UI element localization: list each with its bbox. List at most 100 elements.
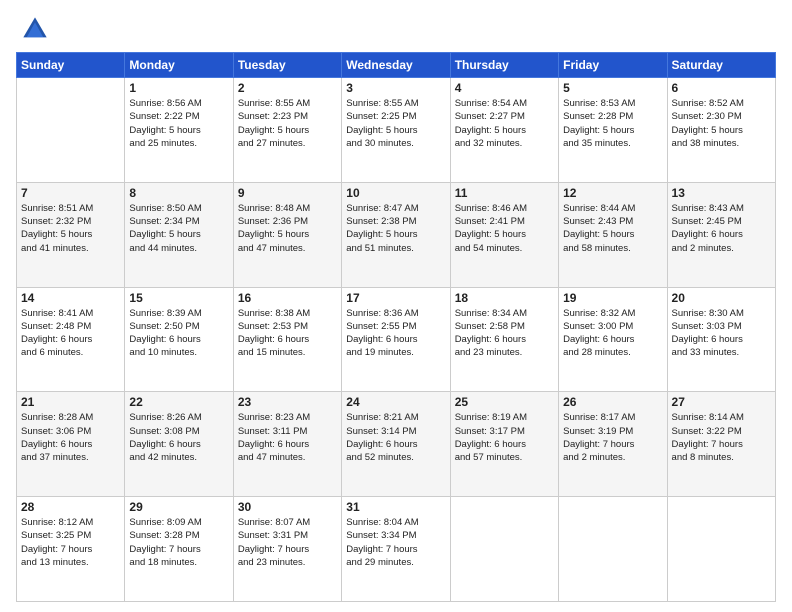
week-row-5: 28 Sunrise: 8:12 AM Sunset: 3:25 PM Dayli… xyxy=(17,497,776,602)
day-number: 9 xyxy=(238,186,337,200)
day-number: 8 xyxy=(129,186,228,200)
calendar-cell: 13Sunrise: 8:43 AM Sunset: 2:45 PM Dayli… xyxy=(667,182,775,287)
day-info: Sunrise: 8:44 AM Sunset: 2:43 PM Dayligh… xyxy=(563,202,662,255)
day-info: Sunrise: 8:50 AM Sunset: 2:34 PM Dayligh… xyxy=(129,202,228,255)
calendar-cell: 19Sunrise: 8:32 AM Sunset: 3:00 PM Dayli… xyxy=(559,287,667,392)
calendar-cell: 23 Sunrise: 8:23 AM Sunset: 3:11 PM Dayli… xyxy=(233,392,341,497)
day-info: Sunrise: 8:41 AM Sunset: 2:48 PM Dayligh… xyxy=(21,307,120,360)
day-info: Sunrise: 8:51 AM Sunset: 2:32 PM Dayligh… xyxy=(21,202,120,255)
calendar-cell: 16 Sunrise: 8:38 AM Sunset: 2:53 PM Dayli… xyxy=(233,287,341,392)
day-number: 14 xyxy=(21,291,120,305)
day-number: 6 xyxy=(672,81,771,95)
day-info: Sunrise: 8:34 AM Sunset: 2:58 PM Dayligh… xyxy=(455,307,554,360)
calendar-cell: 15 Sunrise: 8:39 AM Sunset: 2:50 PM Dayli… xyxy=(125,287,233,392)
weekday-thursday: Thursday xyxy=(450,53,558,78)
day-number: 28 xyxy=(21,500,120,514)
day-info: Sunrise: 8:04 AM Sunset: 3:34 PM Dayligh… xyxy=(346,516,445,569)
calendar-table: SundayMondayTuesdayWednesdayThursdayFrid… xyxy=(16,52,776,602)
day-info: Sunrise: 8:52 AM Sunset: 2:30 PM Dayligh… xyxy=(672,97,771,150)
day-info: Sunrise: 8:09 AM Sunset: 3:28 PM Dayligh… xyxy=(129,516,228,569)
calendar-cell: 20 Sunrise: 8:30 AM Sunset: 3:03 PM Dayli… xyxy=(667,287,775,392)
calendar-cell: 7 Sunrise: 8:51 AM Sunset: 2:32 PM Daylig… xyxy=(17,182,125,287)
day-info: Sunrise: 8:39 AM Sunset: 2:50 PM Dayligh… xyxy=(129,307,228,360)
calendar-cell: 12Sunrise: 8:44 AM Sunset: 2:43 PM Dayli… xyxy=(559,182,667,287)
day-info: Sunrise: 8:54 AM Sunset: 2:27 PM Dayligh… xyxy=(455,97,554,150)
calendar-cell: 1 Sunrise: 8:56 AM Sunset: 2:22 PM Daylig… xyxy=(125,78,233,183)
calendar-cell: 27 Sunrise: 8:14 AM Sunset: 3:22 PM Dayli… xyxy=(667,392,775,497)
calendar-cell xyxy=(17,78,125,183)
day-number: 2 xyxy=(238,81,337,95)
day-number: 18 xyxy=(455,291,554,305)
day-number: 19 xyxy=(563,291,662,305)
calendar-cell: 30 Sunrise: 8:07 AM Sunset: 3:31 PM Dayli… xyxy=(233,497,341,602)
calendar-cell: 21Sunrise: 8:28 AM Sunset: 3:06 PM Dayli… xyxy=(17,392,125,497)
weekday-monday: Monday xyxy=(125,53,233,78)
day-info: Sunrise: 8:21 AM Sunset: 3:14 PM Dayligh… xyxy=(346,411,445,464)
weekday-wednesday: Wednesday xyxy=(342,53,450,78)
day-number: 23 xyxy=(238,395,337,409)
day-number: 31 xyxy=(346,500,445,514)
day-number: 30 xyxy=(238,500,337,514)
weekday-friday: Friday xyxy=(559,53,667,78)
day-info: Sunrise: 8:36 AM Sunset: 2:55 PM Dayligh… xyxy=(346,307,445,360)
calendar-cell: 29 Sunrise: 8:09 AM Sunset: 3:28 PM Dayli… xyxy=(125,497,233,602)
weekday-header-row: SundayMondayTuesdayWednesdayThursdayFrid… xyxy=(17,53,776,78)
day-number: 16 xyxy=(238,291,337,305)
day-info: Sunrise: 8:07 AM Sunset: 3:31 PM Dayligh… xyxy=(238,516,337,569)
day-info: Sunrise: 8:17 AM Sunset: 3:19 PM Dayligh… xyxy=(563,411,662,464)
day-number: 7 xyxy=(21,186,120,200)
calendar-cell: 25Sunrise: 8:19 AM Sunset: 3:17 PM Dayli… xyxy=(450,392,558,497)
day-number: 4 xyxy=(455,81,554,95)
calendar-page: SundayMondayTuesdayWednesdayThursdayFrid… xyxy=(0,0,792,612)
calendar-cell: 28 Sunrise: 8:12 AM Sunset: 3:25 PM Dayli… xyxy=(17,497,125,602)
day-info: Sunrise: 8:12 AM Sunset: 3:25 PM Dayligh… xyxy=(21,516,120,569)
calendar-cell xyxy=(559,497,667,602)
day-info: Sunrise: 8:47 AM Sunset: 2:38 PM Dayligh… xyxy=(346,202,445,255)
calendar-cell: 17 Sunrise: 8:36 AM Sunset: 2:55 PM Dayli… xyxy=(342,287,450,392)
weekday-tuesday: Tuesday xyxy=(233,53,341,78)
day-info: Sunrise: 8:55 AM Sunset: 2:23 PM Dayligh… xyxy=(238,97,337,150)
day-number: 3 xyxy=(346,81,445,95)
day-number: 20 xyxy=(672,291,771,305)
day-info: Sunrise: 8:14 AM Sunset: 3:22 PM Dayligh… xyxy=(672,411,771,464)
day-info: Sunrise: 8:56 AM Sunset: 2:22 PM Dayligh… xyxy=(129,97,228,150)
logo xyxy=(16,14,50,44)
week-row-2: 7 Sunrise: 8:51 AM Sunset: 2:32 PM Daylig… xyxy=(17,182,776,287)
calendar-cell: 18 Sunrise: 8:34 AM Sunset: 2:58 PM Dayli… xyxy=(450,287,558,392)
calendar-cell: 6 Sunrise: 8:52 AM Sunset: 2:30 PM Daylig… xyxy=(667,78,775,183)
day-number: 25 xyxy=(455,395,554,409)
calendar-cell: 2 Sunrise: 8:55 AM Sunset: 2:23 PM Daylig… xyxy=(233,78,341,183)
calendar-cell: 4 Sunrise: 8:54 AM Sunset: 2:27 PM Daylig… xyxy=(450,78,558,183)
logo-icon xyxy=(20,14,50,44)
day-number: 5 xyxy=(563,81,662,95)
header xyxy=(16,10,776,44)
calendar-cell: 24 Sunrise: 8:21 AM Sunset: 3:14 PM Dayli… xyxy=(342,392,450,497)
day-info: Sunrise: 8:46 AM Sunset: 2:41 PM Dayligh… xyxy=(455,202,554,255)
day-info: Sunrise: 8:53 AM Sunset: 2:28 PM Dayligh… xyxy=(563,97,662,150)
day-number: 29 xyxy=(129,500,228,514)
day-number: 22 xyxy=(129,395,228,409)
day-info: Sunrise: 8:30 AM Sunset: 3:03 PM Dayligh… xyxy=(672,307,771,360)
week-row-3: 14 Sunrise: 8:41 AM Sunset: 2:48 PM Dayli… xyxy=(17,287,776,392)
calendar-cell: 14 Sunrise: 8:41 AM Sunset: 2:48 PM Dayli… xyxy=(17,287,125,392)
week-row-4: 21Sunrise: 8:28 AM Sunset: 3:06 PM Dayli… xyxy=(17,392,776,497)
calendar-cell: 8 Sunrise: 8:50 AM Sunset: 2:34 PM Daylig… xyxy=(125,182,233,287)
day-number: 17 xyxy=(346,291,445,305)
day-info: Sunrise: 8:38 AM Sunset: 2:53 PM Dayligh… xyxy=(238,307,337,360)
calendar-cell: 22 Sunrise: 8:26 AM Sunset: 3:08 PM Dayli… xyxy=(125,392,233,497)
day-info: Sunrise: 8:48 AM Sunset: 2:36 PM Dayligh… xyxy=(238,202,337,255)
calendar-cell: 26Sunrise: 8:17 AM Sunset: 3:19 PM Dayli… xyxy=(559,392,667,497)
day-number: 24 xyxy=(346,395,445,409)
day-info: Sunrise: 8:43 AM Sunset: 2:45 PM Dayligh… xyxy=(672,202,771,255)
day-number: 15 xyxy=(129,291,228,305)
day-info: Sunrise: 8:55 AM Sunset: 2:25 PM Dayligh… xyxy=(346,97,445,150)
weekday-saturday: Saturday xyxy=(667,53,775,78)
day-number: 10 xyxy=(346,186,445,200)
calendar-cell: 5 Sunrise: 8:53 AM Sunset: 2:28 PM Daylig… xyxy=(559,78,667,183)
weekday-sunday: Sunday xyxy=(17,53,125,78)
calendar-cell xyxy=(450,497,558,602)
day-number: 1 xyxy=(129,81,228,95)
day-info: Sunrise: 8:26 AM Sunset: 3:08 PM Dayligh… xyxy=(129,411,228,464)
day-info: Sunrise: 8:23 AM Sunset: 3:11 PM Dayligh… xyxy=(238,411,337,464)
day-number: 27 xyxy=(672,395,771,409)
